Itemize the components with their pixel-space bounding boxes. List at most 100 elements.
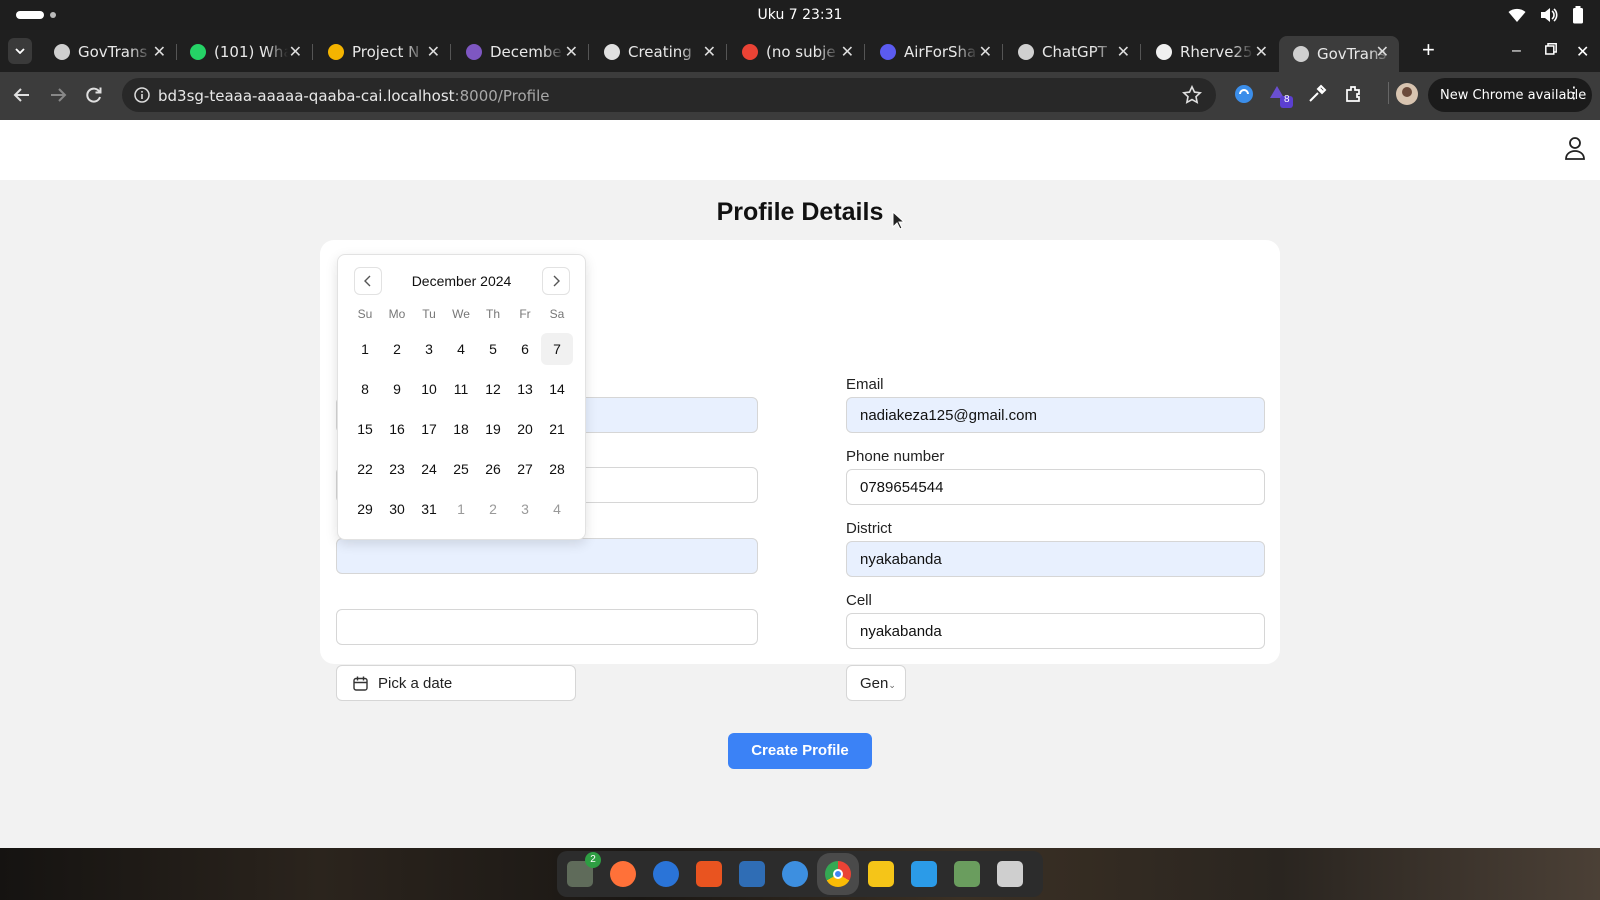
calendar-day[interactable]: 27 (509, 453, 541, 485)
calendar-day[interactable]: 5 (477, 333, 509, 365)
calendar-day[interactable]: 3 (413, 333, 445, 365)
gender-select[interactable]: Gen⌄ (846, 665, 906, 701)
calendar-day[interactable]: 1 (349, 333, 381, 365)
files-icon[interactable]: 2 (565, 852, 601, 889)
eyedropper-icon[interactable] (1307, 84, 1327, 104)
system-status-area[interactable] (1508, 6, 1584, 24)
close-window-button[interactable]: ✕ (1576, 42, 1589, 62)
date-picker-button[interactable]: Pick a date (336, 665, 576, 701)
chrome-icon[interactable] (823, 859, 853, 889)
calendar-day[interactable]: 13 (509, 373, 541, 405)
create-profile-button[interactable]: Create Profile (728, 733, 872, 769)
calendar-day[interactable]: 30 (381, 493, 413, 525)
profile-avatar[interactable] (1396, 83, 1418, 105)
extension-1-icon[interactable] (1234, 84, 1254, 109)
browser-tab[interactable]: Decembe ✕ (452, 36, 589, 68)
maximize-window-button[interactable] (1545, 42, 1557, 60)
clock[interactable]: Uku 7 23:31 (0, 7, 1600, 23)
calendar-day[interactable]: 18 (445, 413, 477, 445)
forward-arrow-icon[interactable] (49, 86, 67, 104)
address-bar[interactable]: bd3sg-teaaa-aaaaa-qaaba-cai.localhost:80… (122, 78, 1216, 112)
app-header (0, 120, 1600, 180)
email-field[interactable]: nadiakeza125@gmail.com (846, 397, 1265, 433)
close-tab-icon[interactable]: ✕ (565, 42, 578, 61)
district-field[interactable]: nyakabanda (846, 541, 1265, 577)
calendar-day[interactable]: 4 (445, 333, 477, 365)
left-field-3[interactable] (336, 538, 758, 574)
trash-icon[interactable] (952, 859, 982, 889)
close-tab-icon[interactable]: ✕ (153, 42, 166, 61)
calendar-day[interactable]: 6 (509, 333, 541, 365)
calendar-day[interactable]: 26 (477, 453, 509, 485)
calendar-day[interactable]: 28 (541, 453, 573, 485)
calendar-day[interactable]: 8 (349, 373, 381, 405)
calendar-day-today[interactable]: 7 (541, 333, 573, 365)
document-viewer-icon[interactable] (737, 859, 767, 889)
calendar-day[interactable]: 3 (509, 493, 541, 525)
new-tab-button[interactable]: + (1422, 39, 1435, 61)
calendar-day[interactable]: 20 (509, 413, 541, 445)
calendar-day[interactable]: 4 (541, 493, 573, 525)
app-grid-icon[interactable] (995, 859, 1025, 889)
calendar-day[interactable]: 10 (413, 373, 445, 405)
browser-tab[interactable]: (no subje ✕ (728, 36, 865, 68)
calendar-day[interactable]: 1 (445, 493, 477, 525)
vscode-icon[interactable] (909, 859, 939, 889)
back-arrow-icon[interactable] (13, 86, 31, 104)
browser-tab[interactable]: Project N ✕ (314, 36, 451, 68)
calendar-day[interactable]: 17 (413, 413, 445, 445)
calendar-day[interactable]: 16 (381, 413, 413, 445)
calendar-day[interactable]: 9 (381, 373, 413, 405)
calendar-day[interactable]: 25 (445, 453, 477, 485)
bookmark-star-icon[interactable] (1182, 85, 1202, 105)
app-center-icon[interactable] (694, 859, 724, 889)
browser-tab[interactable]: GovTrans ✕ (1279, 36, 1399, 72)
text-editor-icon[interactable] (866, 859, 896, 889)
browser-tab[interactable]: Creating ✕ (590, 36, 727, 68)
close-tab-icon[interactable]: ✕ (289, 42, 302, 61)
calendar-day[interactable]: 31 (413, 493, 445, 525)
left-field-4[interactable] (336, 609, 758, 645)
minimize-window-button[interactable]: – (1512, 42, 1521, 60)
more-menu-icon[interactable]: ⋮ (1566, 85, 1582, 101)
site-info-icon[interactable] (134, 87, 150, 103)
browser-tab[interactable]: (101) Wha ✕ (176, 36, 313, 68)
calendar-day[interactable]: 21 (541, 413, 573, 445)
calendar-day[interactable]: 11 (445, 373, 477, 405)
calendar-day[interactable]: 2 (381, 333, 413, 365)
cell-field[interactable]: nyakabanda (846, 613, 1265, 649)
browser-tab[interactable]: ChatGPT ✕ (1004, 36, 1141, 68)
calendar-day[interactable]: 15 (349, 413, 381, 445)
thunderbird-icon[interactable] (651, 859, 681, 889)
calendar-day[interactable]: 24 (413, 453, 445, 485)
close-tab-icon[interactable]: ✕ (703, 42, 716, 61)
reload-icon[interactable] (85, 86, 103, 104)
help-icon[interactable] (780, 859, 810, 889)
close-tab-icon[interactable]: ✕ (1255, 42, 1268, 61)
calendar-day[interactable]: 19 (477, 413, 509, 445)
calendar-day[interactable]: 2 (477, 493, 509, 525)
next-month-button[interactable] (542, 267, 570, 295)
calendar-day[interactable]: 22 (349, 453, 381, 485)
chrome-update-button[interactable]: New Chrome available ⋮ (1428, 78, 1592, 112)
firefox-icon[interactable] (608, 859, 638, 889)
volume-icon (1541, 8, 1558, 22)
close-tab-icon[interactable]: ✕ (1117, 42, 1130, 61)
tab-search-button[interactable] (8, 38, 32, 64)
calendar-day[interactable]: 23 (381, 453, 413, 485)
close-tab-icon[interactable]: ✕ (841, 42, 854, 61)
close-tab-icon[interactable]: ✕ (427, 42, 440, 61)
calendar-day[interactable]: 12 (477, 373, 509, 405)
extension-2-icon[interactable]: 8 (1268, 84, 1294, 113)
calendar-day[interactable]: 29 (349, 493, 381, 525)
url-text[interactable]: bd3sg-teaaa-aaaaa-qaaba-cai.localhost:80… (158, 87, 549, 105)
calendar-day[interactable]: 14 (541, 373, 573, 405)
phone-field[interactable]: 0789654544 (846, 469, 1265, 505)
close-tab-icon[interactable]: ✕ (979, 42, 992, 61)
browser-tab[interactable]: AirForSha ✕ (866, 36, 1003, 68)
browser-tab[interactable]: Rherve25 ✕ (1142, 36, 1278, 68)
extensions-puzzle-icon[interactable] (1344, 84, 1364, 104)
browser-tab[interactable]: GovTrans ✕ (40, 36, 177, 68)
close-tab-icon[interactable]: ✕ (1376, 42, 1389, 61)
user-icon[interactable] (1564, 136, 1586, 160)
